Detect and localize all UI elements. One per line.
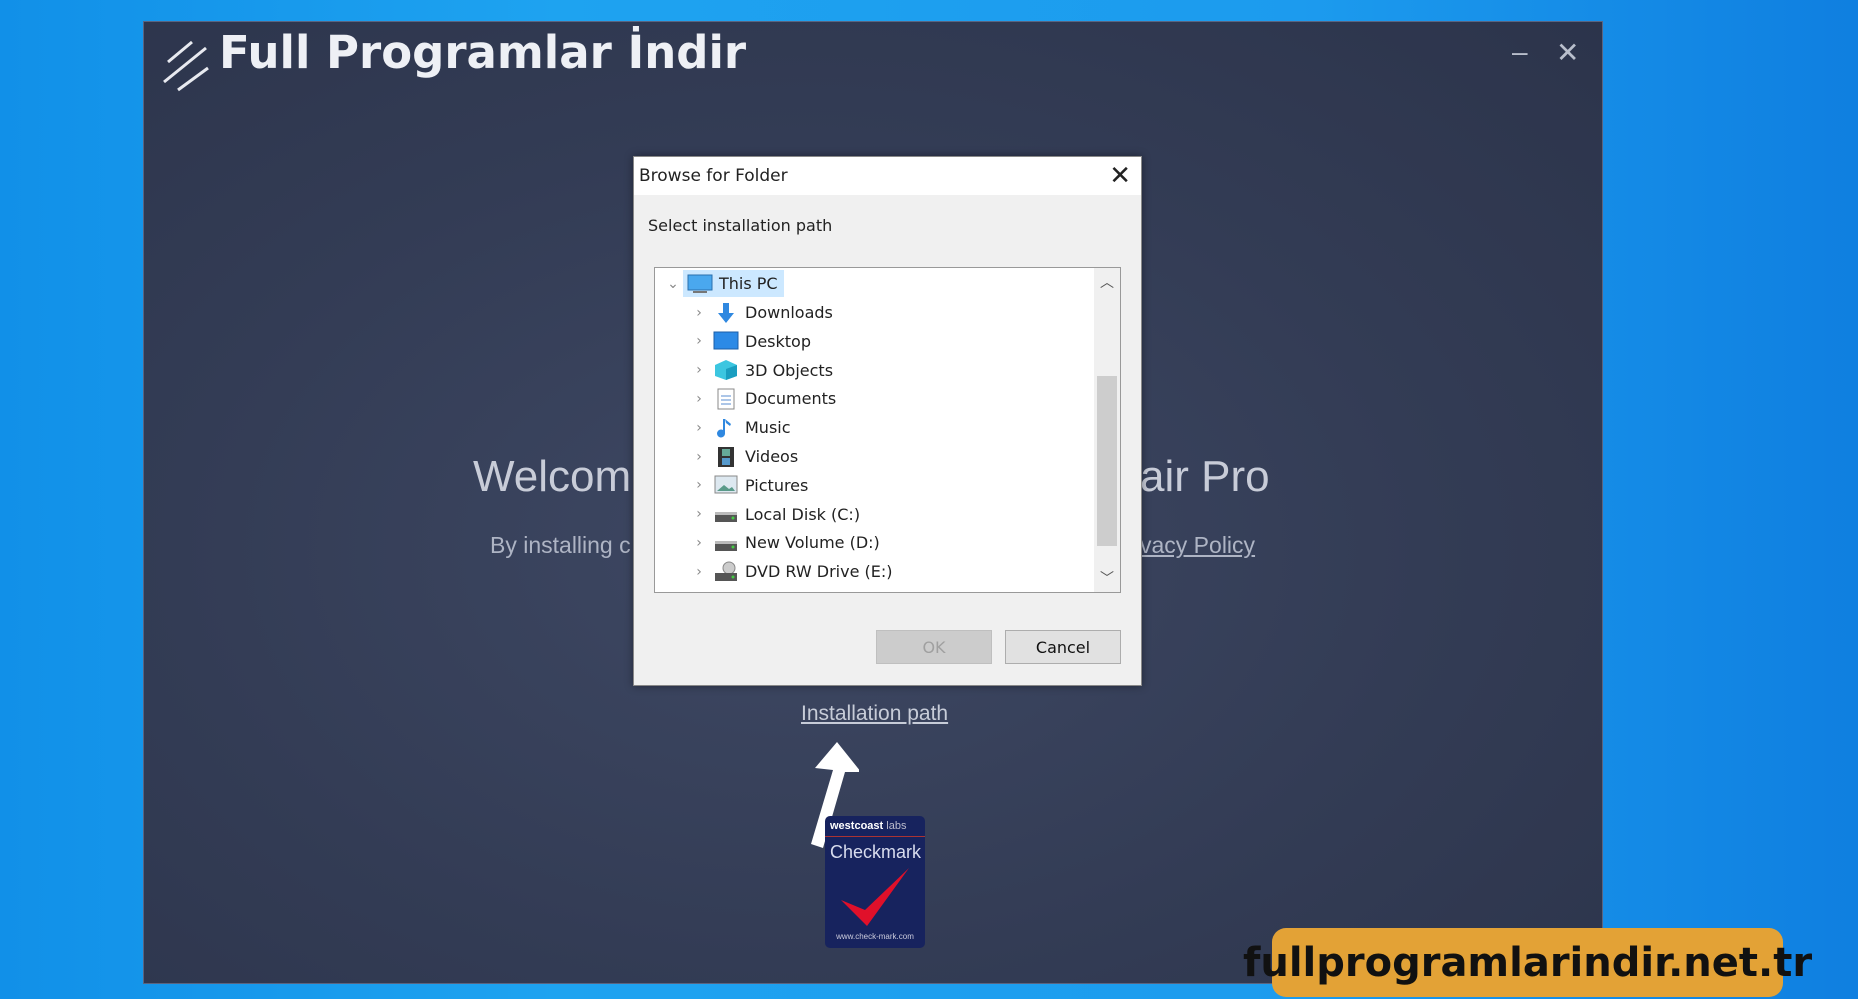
tree-item-label: DVD RW Drive (E:) (745, 562, 893, 582)
tree-item[interactable]: › Downloads (689, 299, 833, 326)
tree-item-label: Pictures (745, 475, 809, 495)
tree-item[interactable]: › 3D Objects (689, 357, 833, 384)
computer-icon (687, 273, 713, 295)
installation-path-link[interactable]: Installation path (801, 702, 948, 726)
minimize-icon[interactable]: – (1512, 36, 1528, 68)
tree-item-label: Documents (745, 389, 837, 409)
chevron-right-icon[interactable]: › (689, 391, 709, 407)
browse-for-folder-dialog: Browse for Folder ✕ Select installation … (633, 156, 1142, 686)
picture-icon (713, 474, 739, 496)
desktop-icon (713, 330, 739, 352)
tree-item-label: Local Disk (C:) (745, 504, 861, 524)
tree-item-label: Music (745, 418, 791, 438)
chevron-right-icon[interactable]: › (689, 535, 709, 551)
chevron-right-icon[interactable]: › (689, 477, 709, 493)
checkmark-certification-badge: westcoast labs Checkmark www.check-mark.… (825, 816, 925, 948)
music-icon (713, 417, 739, 439)
chevron-down-icon[interactable]: ⌄ (663, 276, 683, 292)
dialog-close-icon[interactable]: ✕ (1109, 161, 1131, 191)
dialog-titlebar: Browse for Folder ✕ (634, 157, 1141, 195)
drive-icon (713, 532, 739, 554)
cube-icon (713, 359, 739, 381)
website-watermark: fullprogramlarindir.net.tr (1243, 928, 1812, 997)
welcome-heading-right: air Pro (1140, 452, 1270, 501)
drive-icon (713, 503, 739, 525)
scrollbar[interactable]: ︿ ﹀ (1094, 268, 1120, 592)
ok-button[interactable]: OK (876, 630, 992, 664)
tree-item[interactable]: › Pictures (689, 472, 808, 499)
scroll-down-icon[interactable]: ﹀ (1094, 568, 1120, 588)
tree-item[interactable]: › New Volume (D:) (689, 529, 880, 556)
tree-item-this-pc[interactable]: ⌄ This PC (663, 270, 784, 297)
chevron-right-icon[interactable]: › (689, 506, 709, 522)
tree-item-label: 3D Objects (745, 360, 834, 380)
tree-item[interactable]: › Music (689, 414, 791, 441)
chevron-right-icon[interactable]: › (689, 305, 709, 321)
chevron-right-icon[interactable]: › (689, 420, 709, 436)
chevron-right-icon[interactable]: › (689, 564, 709, 580)
cancel-button[interactable]: Cancel (1005, 630, 1121, 664)
badge-labs: labs (886, 820, 907, 832)
tree-item[interactable]: › Documents (689, 385, 836, 412)
dialog-title: Browse for Folder (639, 166, 788, 186)
document-icon (713, 388, 739, 410)
badge-url: www.check-mark.com (836, 932, 914, 941)
dialog-label: Select installation path (648, 216, 833, 235)
chevron-right-icon[interactable]: › (689, 449, 709, 465)
privacy-policy-link[interactable]: vacy Policy (1140, 532, 1255, 559)
tree-item-label: Videos (745, 447, 799, 466)
badge-brand: westcoast (830, 820, 884, 832)
terms-text: By installing c (490, 532, 631, 558)
welcome-heading-left: Welcome (473, 452, 656, 501)
close-icon[interactable]: ✕ (1556, 36, 1579, 69)
video-icon (713, 446, 739, 468)
scrollbar-thumb[interactable] (1097, 376, 1117, 546)
tree-item-label: This PC (719, 274, 778, 293)
badge-name: Checkmark (830, 842, 922, 862)
checkmark-icon (841, 868, 909, 926)
tree-item-label: Desktop (745, 331, 811, 351)
chevron-right-icon[interactable]: › (689, 333, 709, 349)
tree-item[interactable]: › Local Disk (C:) (689, 501, 860, 528)
tree-item[interactable]: › DVD RW Drive (E:) (689, 558, 893, 585)
folder-tree[interactable]: ⌄ This PC › Downloads › Desktop › 3D Objects ›… (654, 267, 1121, 593)
tree-item-label: New Volume (D:) (745, 533, 880, 553)
tree-item[interactable]: › Desktop (689, 328, 811, 355)
chevron-right-icon[interactable]: › (689, 362, 709, 378)
download-icon (713, 302, 739, 324)
scroll-up-icon[interactable]: ︿ (1094, 272, 1120, 292)
dvd-drive-icon (713, 561, 739, 583)
app-title: Full Programlar İndir (219, 26, 747, 79)
tree-item-label: Downloads (745, 303, 833, 322)
tree-item[interactable]: › Videos (689, 443, 798, 470)
logo-icon (163, 40, 209, 92)
